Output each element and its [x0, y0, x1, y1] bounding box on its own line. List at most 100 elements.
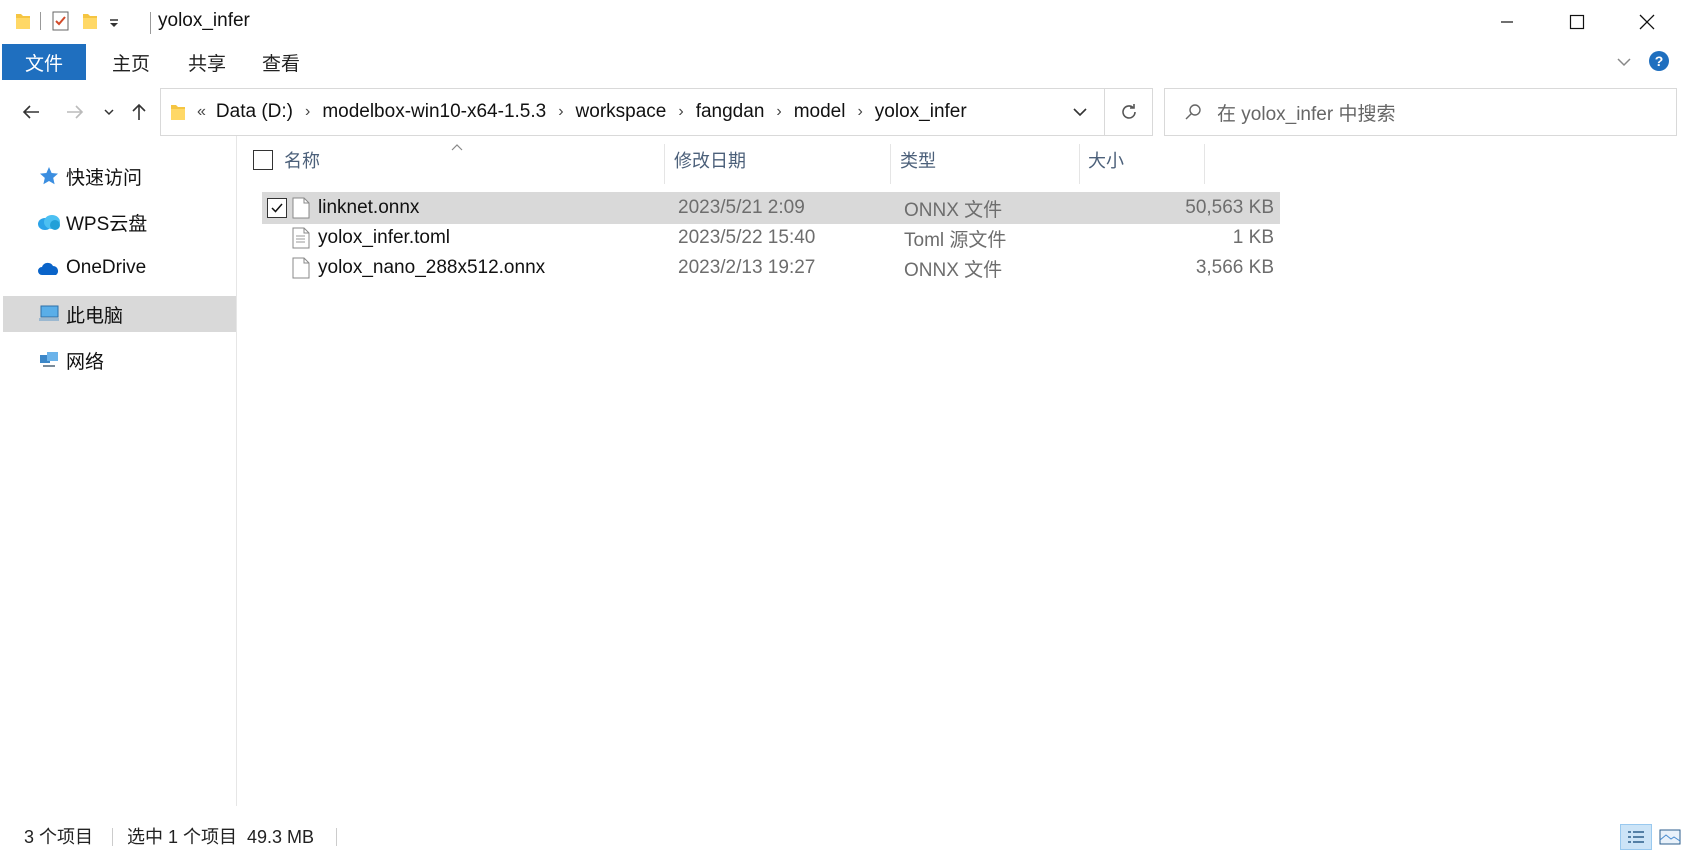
breadcrumb-item[interactable]: yolox_infer — [875, 101, 967, 123]
sidebar-item-network[interactable]: 网络 — [0, 342, 236, 378]
properties-checklist-icon[interactable] — [51, 10, 71, 32]
status-divider — [112, 828, 113, 846]
file-size: 3,566 KB — [1195, 257, 1274, 278]
select-all-checkbox[interactable] — [253, 150, 273, 170]
file-list: 名称 修改日期 类型 大小 linknet.onnx 2023/5/21 2:0… — [238, 136, 1689, 806]
file-name[interactable]: yolox_nano_288x512.onnx — [318, 252, 668, 284]
breadcrumb: Data (D:) › modelbox-win10-x64-1.5.3 › w… — [216, 101, 967, 123]
column-divider[interactable] — [1079, 144, 1080, 184]
text-file-icon — [292, 222, 314, 254]
file-type: ONNX 文件 — [904, 259, 1003, 281]
selection-info: 选中 1 个项目 49.3 MB — [127, 827, 315, 847]
new-folder-icon[interactable] — [81, 11, 99, 31]
sidebar-item-wps-cloud[interactable]: WPS云盘 — [0, 204, 236, 240]
breadcrumb-overflow[interactable]: « — [197, 103, 206, 121]
status-divider — [336, 828, 337, 846]
arrow-right-icon — [67, 105, 84, 119]
column-header-name[interactable]: 名称 — [284, 136, 654, 184]
chevron-right-icon[interactable]: › — [305, 103, 310, 121]
column-divider[interactable] — [664, 144, 665, 184]
maximize-icon — [1569, 14, 1585, 30]
chevron-right-icon[interactable]: › — [776, 103, 781, 121]
file-name[interactable]: linknet.onnx — [318, 192, 668, 224]
tab-view[interactable]: 查看 — [246, 44, 316, 80]
search-placeholder: 在 yolox_infer 中搜索 — [1217, 103, 1396, 125]
wps-cloud-icon — [36, 211, 62, 233]
table-row[interactable]: linknet.onnx 2023/5/21 2:09 ONNX 文件 50,5… — [262, 192, 1280, 224]
row-checkbox[interactable] — [267, 198, 287, 218]
file-type: ONNX 文件 — [904, 199, 1003, 221]
recent-locations-button[interactable] — [98, 88, 120, 136]
breadcrumb-item[interactable]: fangdan — [696, 101, 765, 123]
close-button[interactable] — [1612, 0, 1682, 44]
file-size: 1 KB — [1232, 227, 1274, 248]
minimize-button[interactable] — [1472, 0, 1542, 44]
folder-icon — [169, 102, 187, 122]
row-checkbox-cell — [266, 192, 288, 224]
navigation-bar: « Data (D:) › modelbox-win10-x64-1.5.3 ›… — [0, 88, 1689, 136]
tab-file[interactable]: 文件 — [2, 44, 86, 80]
ribbon-tabs: 文件 主页 共享 查看 ? — [0, 44, 1689, 80]
this-pc-icon — [36, 303, 62, 325]
column-divider[interactable] — [890, 144, 891, 184]
column-divider[interactable] — [1204, 144, 1205, 184]
file-date: 2023/2/13 19:27 — [678, 257, 816, 278]
up-button[interactable] — [124, 88, 154, 136]
address-bar[interactable]: « Data (D:) › modelbox-win10-x64-1.5.3 ›… — [160, 88, 1153, 136]
quick-access-star-icon — [36, 165, 62, 187]
breadcrumb-item[interactable]: Data (D:) — [216, 101, 293, 123]
sidebar-item-onedrive[interactable]: OneDrive — [0, 250, 236, 286]
breadcrumb-item[interactable]: workspace — [576, 101, 667, 123]
tab-home[interactable]: 主页 — [96, 44, 166, 80]
details-view-button[interactable] — [1620, 824, 1652, 850]
large-icons-view-icon — [1659, 829, 1681, 845]
tab-share[interactable]: 共享 — [172, 44, 242, 80]
minimize-icon — [1501, 21, 1513, 23]
folder-icon[interactable] — [14, 11, 32, 31]
sidebar-item-quick-access[interactable]: 快速访问 — [0, 158, 236, 194]
chevron-right-icon[interactable]: › — [558, 103, 563, 121]
large-icons-view-button[interactable] — [1654, 824, 1686, 850]
forward-button[interactable] — [58, 88, 92, 136]
title-bar: yolox_infer — [0, 0, 1689, 44]
chevron-right-icon[interactable]: › — [678, 103, 683, 121]
refresh-icon — [1122, 104, 1136, 119]
arrow-up-icon — [132, 103, 146, 120]
title-separator — [150, 12, 151, 34]
sidebar-item-label: OneDrive — [66, 257, 147, 278]
search-box[interactable]: 在 yolox_infer 中搜索 — [1164, 88, 1677, 136]
column-header-type[interactable]: 类型 — [900, 136, 1080, 184]
maximize-button[interactable] — [1542, 0, 1612, 44]
file-name[interactable]: yolox_infer.toml — [318, 222, 668, 254]
chevron-right-icon[interactable]: › — [857, 103, 862, 121]
refresh-button[interactable] — [1104, 88, 1153, 136]
file-size: 50,563 KB — [1185, 197, 1274, 218]
column-header-date[interactable]: 修改日期 — [674, 136, 894, 184]
customize-toolbar-dropdown-icon[interactable] — [107, 14, 121, 28]
address-history-dropdown[interactable] — [1071, 103, 1089, 126]
network-icon — [36, 349, 62, 371]
table-row[interactable]: yolox_nano_288x512.onnx 2023/2/13 19:27 … — [262, 252, 1280, 284]
column-header-size[interactable]: 大小 — [1088, 136, 1198, 184]
chevron-down-icon — [1617, 58, 1631, 67]
help-icon: ? — [1649, 51, 1669, 71]
close-icon — [1639, 14, 1655, 30]
file-date: 2023/5/21 2:09 — [678, 197, 805, 218]
back-button[interactable] — [14, 88, 48, 136]
svg-text:?: ? — [1655, 53, 1664, 69]
item-count: 3 个项目 — [24, 827, 94, 847]
table-row[interactable]: yolox_infer.toml 2023/5/22 15:40 Toml 源文… — [262, 222, 1280, 254]
chevron-down-icon — [1073, 108, 1087, 117]
sidebar-item-label: WPS云盘 — [66, 213, 148, 235]
search-icon — [1183, 102, 1203, 122]
breadcrumb-item[interactable]: model — [794, 101, 846, 123]
breadcrumb-item[interactable]: modelbox-win10-x64-1.5.3 — [322, 101, 546, 123]
sidebar-item-label: 此电脑 — [66, 305, 124, 327]
help-button[interactable]: ? — [1648, 50, 1670, 72]
sidebar-item-this-pc[interactable]: 此电脑 — [3, 296, 236, 332]
file-type: Toml 源文件 — [904, 229, 1007, 251]
file-date: 2023/5/22 15:40 — [678, 227, 816, 248]
onedrive-cloud-icon — [36, 257, 62, 279]
expand-ribbon-button[interactable] — [1614, 52, 1634, 72]
checkmark-icon — [271, 203, 283, 213]
